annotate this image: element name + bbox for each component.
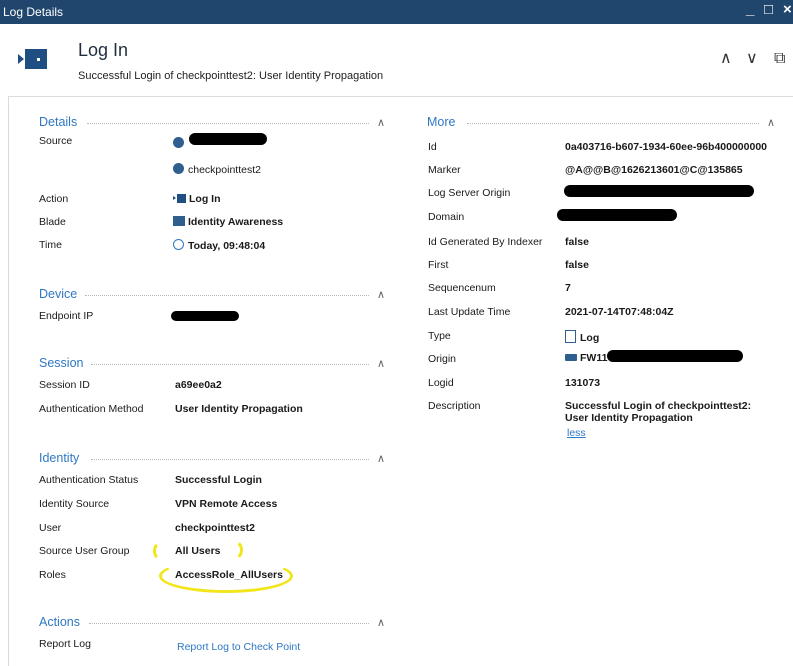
section-title-session: Session bbox=[39, 356, 84, 370]
value-source-user-group: All Users bbox=[175, 545, 221, 557]
value-last-update: 2021-07-14T07:48:04Z bbox=[565, 306, 674, 318]
user-icon bbox=[173, 163, 184, 174]
identity-awareness-icon bbox=[173, 216, 185, 226]
value-type: Log bbox=[565, 330, 599, 344]
collapse-identity-icon[interactable]: ∧ bbox=[377, 452, 385, 465]
redacted-domain bbox=[557, 209, 677, 221]
value-id-generated: false bbox=[565, 236, 589, 248]
highlight-annotation bbox=[153, 541, 171, 561]
label-session-id: Session ID bbox=[39, 379, 90, 391]
login-icon bbox=[18, 49, 47, 69]
log-subtitle: Successful Login of checkpointtest2: Use… bbox=[78, 70, 384, 82]
maximize-icon[interactable]: □ bbox=[764, 1, 773, 18]
value-marker: @A@@B@1626213601@C@135865 bbox=[565, 164, 743, 176]
section-divider bbox=[85, 295, 369, 296]
redacted-endpoint-ip bbox=[171, 311, 239, 321]
copy-icon[interactable]: ⧉ bbox=[774, 48, 785, 68]
value-first: false bbox=[565, 259, 589, 271]
label-source-user-group: Source User Group bbox=[39, 545, 130, 557]
label-endpoint-ip: Endpoint IP bbox=[39, 310, 94, 322]
section-divider bbox=[87, 123, 369, 124]
label-type: Type bbox=[428, 330, 451, 342]
label-marker: Marker bbox=[428, 164, 461, 176]
value-auth-status: Successful Login bbox=[175, 474, 262, 486]
section-divider bbox=[467, 123, 759, 124]
label-blade: Blade bbox=[39, 216, 66, 228]
label-id: Id bbox=[428, 141, 437, 153]
window-titlebar: Log Details _ □ × bbox=[0, 0, 793, 24]
label-report-log: Report Log bbox=[39, 638, 91, 650]
label-id-generated: Id Generated By Indexer bbox=[428, 236, 543, 248]
section-title-device: Device bbox=[39, 287, 78, 301]
redacted-origin bbox=[607, 350, 743, 362]
label-user: User bbox=[39, 522, 62, 534]
redacted-source bbox=[189, 133, 267, 145]
value-action: Log In bbox=[173, 193, 221, 205]
label-roles: Roles bbox=[39, 569, 66, 581]
collapse-more-icon[interactable]: ∧ bbox=[767, 116, 775, 129]
label-domain: Domain bbox=[428, 211, 465, 223]
label-sequencenum: Sequencenum bbox=[428, 282, 496, 294]
value-description: Successful Login of checkpointtest2: Use… bbox=[565, 400, 752, 424]
label-description: Description bbox=[428, 400, 481, 412]
value-id: 0a403716-b607-1934-60ee-96b400000000 bbox=[565, 141, 768, 153]
section-divider bbox=[91, 459, 369, 460]
value-source-user: checkpointtest2 bbox=[173, 163, 261, 176]
value-session-id: a69ee0a2 bbox=[175, 379, 222, 391]
window-title: Log Details bbox=[3, 5, 64, 19]
value-sequencenum: 7 bbox=[565, 282, 571, 294]
redacted-log-server-origin bbox=[564, 185, 754, 197]
label-action: Action bbox=[39, 193, 69, 205]
label-time: Time bbox=[39, 239, 62, 251]
value-time: Today, 09:48:04 bbox=[173, 239, 265, 252]
less-link[interactable]: less bbox=[567, 427, 586, 439]
label-first: First bbox=[428, 259, 449, 271]
section-divider bbox=[89, 623, 369, 624]
gateway-icon bbox=[565, 354, 577, 361]
previous-log-button[interactable]: ∧ bbox=[720, 48, 732, 67]
collapse-details-icon[interactable]: ∧ bbox=[377, 116, 385, 129]
label-logid: Logid bbox=[428, 377, 454, 389]
globe-icon bbox=[173, 137, 184, 148]
minimize-icon[interactable]: _ bbox=[746, 1, 754, 18]
section-title-actions: Actions bbox=[39, 615, 80, 629]
log-body: Details ∧ Source checkpointtest2 Action … bbox=[8, 97, 793, 666]
next-log-button[interactable]: ∨ bbox=[746, 48, 758, 67]
log-document-icon bbox=[565, 330, 576, 343]
label-identity-source: Identity Source bbox=[39, 498, 110, 510]
section-title-details: Details bbox=[39, 115, 78, 129]
report-log-link[interactable]: Report Log to Check Point bbox=[177, 641, 300, 653]
section-title-more: More bbox=[427, 115, 456, 129]
log-title: Log In bbox=[78, 40, 129, 60]
collapse-actions-icon[interactable]: ∧ bbox=[377, 616, 385, 629]
label-auth-method: Authentication Method bbox=[39, 403, 144, 415]
label-source: Source bbox=[39, 135, 73, 147]
value-identity-source: VPN Remote Access bbox=[175, 498, 278, 510]
section-divider bbox=[91, 364, 369, 365]
value-origin: FW11 bbox=[565, 352, 607, 364]
label-origin: Origin bbox=[428, 353, 457, 365]
value-auth-method: User Identity Propagation bbox=[175, 403, 303, 415]
label-last-update: Last Update Time bbox=[428, 306, 511, 318]
login-small-icon bbox=[173, 194, 186, 203]
collapse-session-icon[interactable]: ∧ bbox=[377, 357, 385, 370]
log-header: Log In Successful Login of checkpointtes… bbox=[8, 24, 793, 97]
value-logid: 131073 bbox=[565, 377, 601, 389]
label-auth-status: Authentication Status bbox=[39, 474, 139, 486]
highlight-annotation bbox=[221, 539, 243, 561]
close-icon[interactable]: × bbox=[783, 1, 792, 18]
collapse-device-icon[interactable]: ∧ bbox=[377, 288, 385, 301]
section-title-identity: Identity bbox=[39, 451, 80, 465]
value-blade: Identity Awareness bbox=[173, 216, 283, 228]
value-user: checkpointtest2 bbox=[175, 522, 255, 534]
highlight-annotation bbox=[159, 559, 293, 593]
label-log-server-origin: Log Server Origin bbox=[428, 187, 511, 199]
clock-icon bbox=[173, 239, 184, 250]
